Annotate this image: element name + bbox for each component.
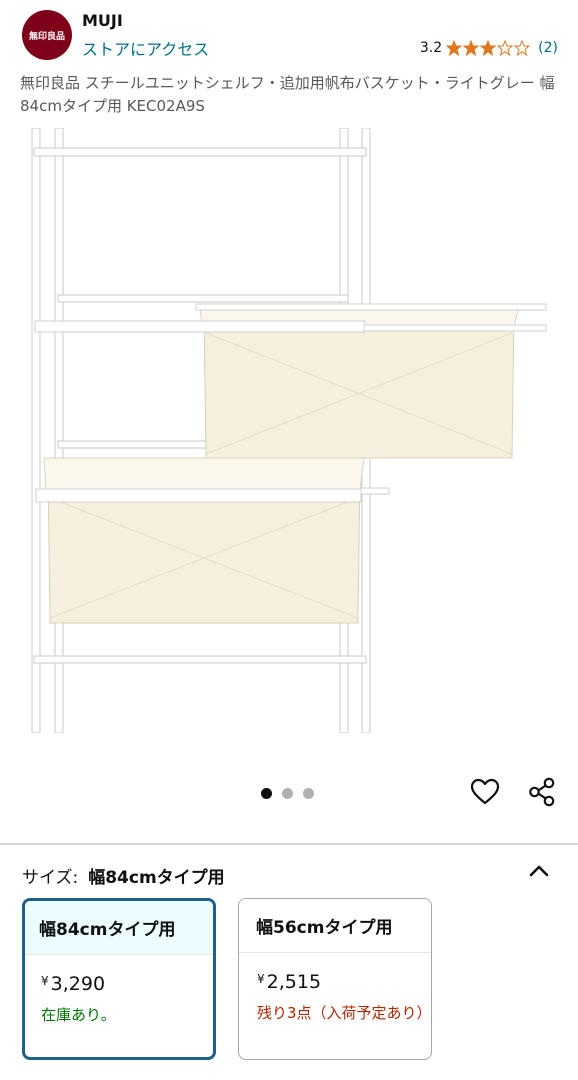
size-selector-header[interactable]: サイズ: 幅84cmタイプ用: [22, 863, 225, 888]
shelf-basket-illustration: [31, 127, 547, 734]
size-option-84cm[interactable]: 幅84cmタイプ用 ¥3,290 在庫あり。: [22, 898, 216, 1060]
size-option-price: ¥3,290: [41, 973, 213, 995]
section-divider: [0, 843, 578, 845]
product-image[interactable]: [24, 127, 554, 734]
share-icon[interactable]: [526, 776, 558, 808]
selected-size-value: 幅84cmタイプ用: [88, 868, 225, 888]
currency-symbol: ¥: [41, 974, 49, 988]
brand-name: MUJI: [82, 11, 123, 30]
size-label: サイズ:: [22, 868, 79, 888]
availability-status: 在庫あり。: [41, 1006, 116, 1024]
store-header: 無印良品 MUJI ストアにアクセス 3.2 (2): [0, 0, 578, 70]
size-option-name: 幅56cmタイプ用: [239, 899, 431, 953]
rating-value: 3.2: [419, 40, 443, 56]
stars-icon: [446, 40, 531, 56]
price-value: 3,290: [50, 973, 106, 995]
rating-summary[interactable]: 3.2 (2): [420, 40, 558, 56]
brand-logo[interactable]: 無印良品: [22, 10, 72, 60]
carousel-dot-1[interactable]: [261, 788, 272, 799]
star-rating: [446, 40, 532, 56]
carousel-dot-3[interactable]: [303, 788, 314, 799]
size-option-price: ¥2,515: [257, 971, 431, 993]
size-option-56cm[interactable]: 幅56cmタイプ用 ¥2,515 残り3点（入荷予定あり）: [238, 898, 432, 1060]
heart-icon[interactable]: [469, 776, 501, 808]
rating-count-link[interactable]: (2): [538, 40, 558, 56]
image-carousel-indicator[interactable]: [261, 788, 314, 799]
visit-store-link[interactable]: ストアにアクセス: [82, 36, 209, 60]
currency-symbol: ¥: [257, 972, 265, 986]
size-option-name: 幅84cmタイプ用: [25, 901, 213, 955]
chevron-up-icon[interactable]: [526, 858, 552, 884]
product-title: 無印良品 スチールユニットシェルフ・追加用帆布バスケット・ライトグレー 幅84c…: [20, 74, 555, 115]
price-value: 2,515: [266, 971, 322, 993]
availability-status: 残り3点（入荷予定あり）: [257, 1004, 432, 1022]
carousel-dot-2[interactable]: [282, 788, 293, 799]
